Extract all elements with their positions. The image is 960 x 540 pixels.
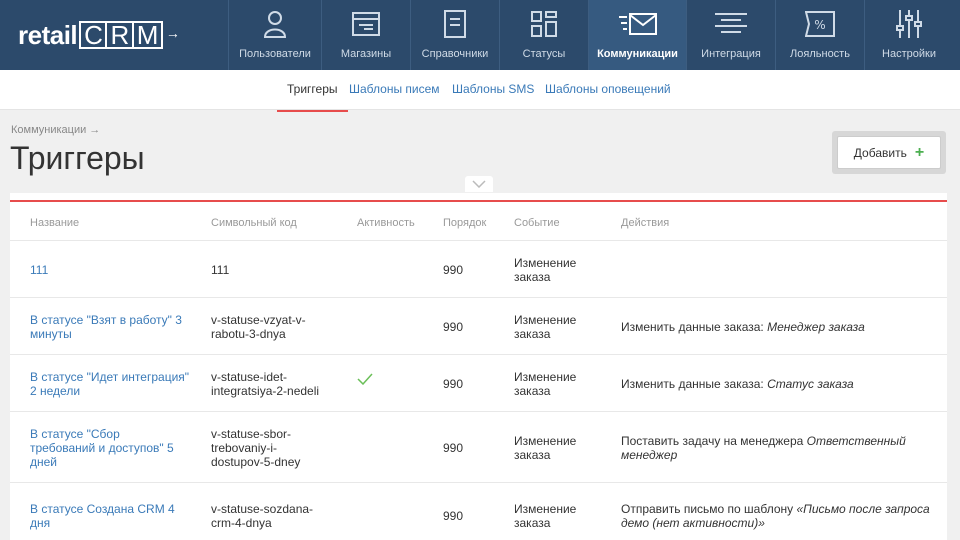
nav-loyalty[interactable]: % Лояльность [775, 0, 864, 70]
column-header-actions: Действия [621, 217, 670, 229]
logo-letter-m: M [131, 21, 163, 49]
checkmark-icon [357, 373, 373, 386]
table-row[interactable]: В статусе "Идет интеграция" 2 недели v-s… [10, 354, 947, 411]
top-navigation: retail C R M → Пользователи Магазины Спр… [0, 0, 960, 70]
trigger-action: Отправить письмо по шаблону «Письмо посл… [621, 502, 931, 530]
trigger-name-link[interactable]: В статусе "Идет интеграция" 2 недели [30, 370, 190, 398]
grid-icon [531, 11, 557, 37]
table-row[interactable]: В статусе "Взят в работу" 3 минуты v-sta… [10, 297, 947, 354]
nav-users[interactable]: Пользователи [228, 0, 321, 70]
nav-settings-label: Настройки [882, 48, 936, 60]
trigger-order: 990 [443, 320, 464, 334]
trigger-code: v-statuse-sbor-trebovaniy-i-dostupov-5-d… [211, 427, 301, 469]
table-row[interactable]: 111 111 990 Изменение заказа [10, 240, 947, 297]
nav-stores[interactable]: Магазины [321, 0, 410, 70]
triggers-table: Название Символьный код Активность Поряд… [10, 193, 947, 540]
trigger-order: 990 [443, 441, 464, 455]
logo-letter-r: R [105, 21, 134, 49]
percent-icon: % [805, 11, 835, 37]
trigger-order: 990 [443, 509, 464, 523]
action-text: Изменить данные заказа: [621, 377, 768, 391]
column-header-event[interactable]: Событие [514, 217, 560, 229]
user-icon [263, 11, 287, 38]
nav-communications-label: Коммуникации [597, 48, 678, 60]
trigger-name-link[interactable]: В статусе "Сбор требований и доступов" 5… [30, 427, 180, 469]
trigger-event: Изменение заказа [514, 256, 577, 284]
nav-statuses[interactable]: Статусы [499, 0, 588, 70]
trigger-event: Изменение заказа [514, 502, 577, 530]
trigger-event: Изменение заказа [514, 313, 577, 341]
svg-text:%: % [814, 18, 825, 32]
logo-arrow: → [165, 25, 180, 41]
nav-integration[interactable]: Интеграция [686, 0, 775, 70]
trigger-name-link[interactable]: 111 [30, 263, 190, 277]
nav-stores-label: Магазины [340, 48, 392, 60]
nav-users-label: Пользователи [239, 48, 311, 60]
action-target: Менеджер заказа [767, 320, 865, 334]
column-header-name[interactable]: Название [30, 217, 79, 229]
trigger-action: Изменить данные заказа: Статус заказа [621, 377, 931, 391]
nav-statuses-label: Статусы [522, 48, 566, 60]
trigger-action: Поставить задачу на менеджера Ответствен… [621, 434, 921, 462]
trigger-code: v-statuse-idet-integratsiya-2-nedeli [211, 370, 320, 398]
logo-letter-c: C [79, 21, 108, 49]
nav-references-label: Справочники [421, 48, 489, 60]
tab-notification-templates[interactable]: Шаблоны оповещений [545, 82, 671, 96]
column-header-active[interactable]: Активность [357, 217, 415, 229]
plus-icon: + [914, 143, 925, 161]
page-title: Триггеры [10, 140, 145, 176]
active-check [357, 373, 373, 388]
tab-email-templates[interactable]: Шаблоны писем [349, 82, 440, 96]
add-button-container: Добавить + [832, 131, 946, 174]
add-button[interactable]: Добавить + [837, 136, 941, 169]
trigger-order: 990 [443, 263, 464, 277]
nav-settings[interactable]: Настройки [864, 0, 953, 70]
trigger-order: 990 [443, 377, 464, 391]
action-text: Отправить письмо по шаблону [621, 502, 797, 516]
trigger-code: v-statuse-sozdana-crm-4-dnya [211, 502, 314, 530]
main-menu: Пользователи Магазины Справочники Статус… [228, 0, 953, 70]
store-icon [352, 12, 380, 36]
mail-icon [618, 13, 657, 35]
table-accent-line [10, 200, 947, 202]
column-header-order[interactable]: Порядок [443, 217, 486, 229]
tab-triggers[interactable]: Триггеры [277, 82, 347, 112]
action-text: Изменить данные заказа: [621, 320, 768, 334]
retailcrm-logo[interactable]: retail C R M → [0, 0, 228, 70]
trigger-name-link[interactable]: В статусе "Взят в работу" 3 минуты [30, 313, 190, 341]
nav-references[interactable]: Справочники [410, 0, 499, 70]
action-text: Поставить задачу на менеджера [621, 434, 807, 448]
nav-communications[interactable]: Коммуникации [588, 0, 686, 70]
breadcrumb[interactable]: Коммуникации → [11, 124, 100, 136]
trigger-name-link[interactable]: В статусе Создана CRM 4 дня [30, 502, 190, 530]
logo-retail: retail [18, 19, 78, 50]
table-row[interactable]: В статусе "Сбор требований и доступов" 5… [10, 411, 947, 482]
trigger-event: Изменение заказа [514, 370, 577, 398]
sliders-icon [896, 10, 922, 38]
trigger-event: Изменение заказа [514, 434, 577, 462]
add-button-label: Добавить [853, 145, 907, 160]
trigger-code: v-statuse-vzyat-v-rabotu-3-dnya [211, 313, 306, 341]
sub-navigation: Триггеры Шаблоны писем Шаблоны SMS Шабло… [0, 70, 960, 112]
trigger-action: Изменить данные заказа: Менеджер заказа [621, 320, 931, 334]
nav-integration-label: Интеграция [701, 48, 761, 60]
trigger-code: 111 [211, 263, 230, 277]
logo-crm: C R M → [79, 21, 180, 49]
action-target: Статус заказа [767, 377, 854, 391]
nav-loyalty-label: Лояльность [790, 48, 850, 60]
table-row[interactable]: В статусе Создана CRM 4 дня v-statuse-so… [10, 482, 947, 540]
integration-icon [715, 13, 747, 33]
chevron-down-icon [472, 180, 486, 188]
column-header-code[interactable]: Символьный код [211, 217, 297, 229]
document-icon [444, 10, 466, 38]
collapse-filter-toggle[interactable] [465, 176, 493, 192]
tab-sms-templates[interactable]: Шаблоны SMS [452, 82, 534, 96]
